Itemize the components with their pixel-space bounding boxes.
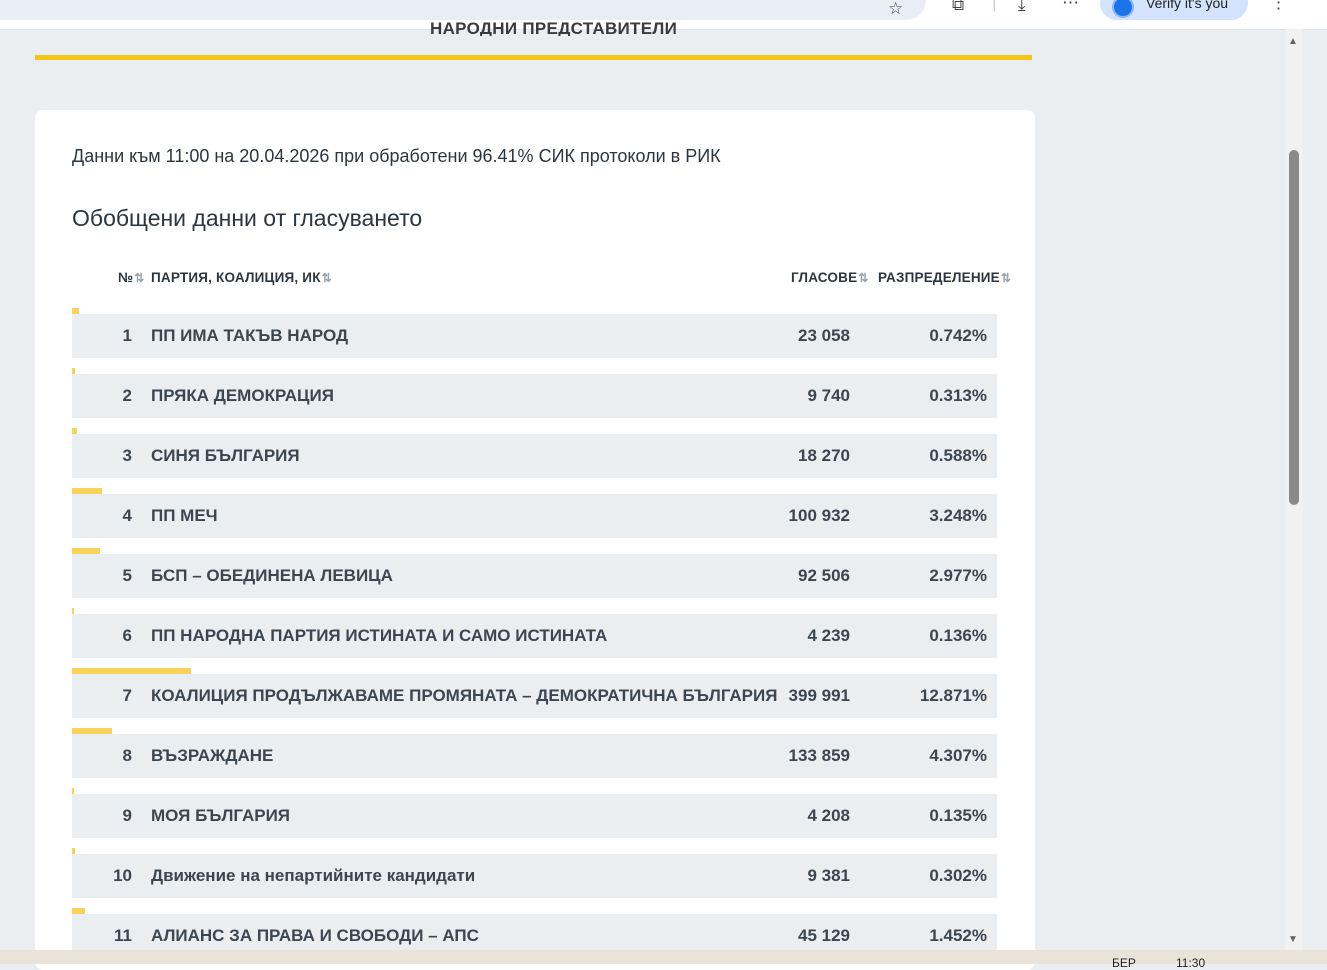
row-number: 11 bbox=[114, 926, 132, 945]
table-row[interactable]: 2 ПРЯКА ДЕМОКРАЦИЯ 9 740 0.313% bbox=[72, 374, 997, 418]
column-header-share[interactable]: РАЗПРЕДЕЛЕНИЕ⇅ bbox=[878, 270, 1011, 285]
summary-title: Обобщени данни от гласуването bbox=[72, 205, 423, 231]
scroll-down-icon[interactable]: ▼ bbox=[1288, 934, 1298, 945]
table-row[interactable]: 11 АЛИАНС ЗА ПРАВА И СВОБОДИ – АПС 45 12… bbox=[72, 914, 997, 950]
column-header-party[interactable]: ПАРТИЯ, КОАЛИЦИЯ, ИК⇅ bbox=[151, 270, 332, 285]
data-status-text: Данни към 11:00 на 20.04.2026 при обрабо… bbox=[72, 146, 721, 166]
column-header-num-label: № bbox=[118, 270, 134, 285]
results-card bbox=[35, 110, 1035, 970]
votes-count: 4 208 bbox=[807, 806, 850, 825]
table-row[interactable]: 5 БСП – ОБЕДИНЕНА ЛЕВИЦА 92 506 2.977% bbox=[72, 554, 997, 598]
column-header-votes[interactable]: ГЛАСОВЕ⇅ bbox=[791, 270, 869, 285]
votes-count: 45 129 bbox=[798, 926, 850, 945]
clock[interactable]: 11:30 bbox=[1176, 956, 1205, 970]
table-row[interactable]: 4 ПП МЕЧ 100 932 3.248% bbox=[72, 494, 997, 538]
table-row[interactable]: 6 ПП НАРОДНА ПАРТИЯ ИСТИНАТА И САМО ИСТИ… bbox=[72, 614, 997, 658]
download-icon[interactable]: ⤓ bbox=[1018, 0, 1026, 13]
scrollbar-thumb[interactable] bbox=[1289, 150, 1299, 505]
extensions-icon[interactable]: ⧉ bbox=[952, 0, 964, 13]
party-name: СИНЯ БЪЛГАРИЯ bbox=[151, 446, 300, 465]
toolbar-divider: | bbox=[992, 0, 997, 12]
vote-share: 0.135% bbox=[929, 806, 987, 825]
sort-icon[interactable]: ⇅ bbox=[322, 271, 332, 285]
vote-share: 2.977% bbox=[929, 566, 987, 585]
votes-count: 4 239 bbox=[807, 626, 850, 645]
menu-icon[interactable]: ⋮ bbox=[1270, 0, 1287, 11]
row-number: 6 bbox=[122, 626, 132, 645]
sort-icon[interactable]: ⇅ bbox=[1001, 271, 1011, 285]
party-name: ПП МЕЧ bbox=[151, 506, 218, 525]
vote-share: 0.313% bbox=[929, 386, 987, 405]
vote-share: 4.307% bbox=[929, 746, 987, 765]
row-number: 5 bbox=[122, 566, 132, 585]
party-name: БСП – ОБЕДИНЕНА ЛЕВИЦА bbox=[151, 566, 393, 585]
table-row[interactable]: 8 ВЪЗРАЖДАНЕ 133 859 4.307% bbox=[72, 734, 997, 778]
row-number: 3 bbox=[122, 446, 132, 465]
votes-count: 399 991 bbox=[788, 686, 850, 705]
avatar bbox=[1112, 0, 1134, 18]
star-icon[interactable]: ☆ bbox=[888, 0, 903, 17]
row-number: 10 bbox=[113, 866, 132, 885]
column-header-share-label: РАЗПРЕДЕЛЕНИЕ bbox=[878, 270, 1000, 285]
party-name: ПРЯКА ДЕМОКРАЦИЯ bbox=[151, 386, 334, 405]
vote-share: 0.588% bbox=[929, 446, 987, 465]
votes-count: 100 932 bbox=[788, 506, 850, 525]
votes-count: 133 859 bbox=[788, 746, 850, 765]
table-row[interactable]: 1 ПП ИМА ТАКЪВ НАРОД 23 058 0.742% bbox=[72, 314, 997, 358]
column-header-votes-label: ГЛАСОВЕ bbox=[791, 270, 858, 285]
party-name: МОЯ БЪЛГАРИЯ bbox=[151, 806, 291, 825]
row-number: 9 bbox=[122, 806, 132, 825]
scroll-up-icon[interactable]: ▲ bbox=[1288, 36, 1298, 47]
votes-count: 18 270 bbox=[798, 446, 850, 465]
party-name: ВЪЗРАЖДАНЕ bbox=[151, 746, 274, 765]
row-number: 7 bbox=[122, 686, 132, 705]
votes-count: 9 740 bbox=[807, 386, 850, 405]
votes-count: 9 381 bbox=[807, 866, 850, 885]
column-header-party-label: ПАРТИЯ, КОАЛИЦИЯ, ИК bbox=[151, 270, 321, 285]
sort-icon[interactable]: ⇅ bbox=[858, 271, 868, 285]
page-heading: НАРОДНИ ПРЕДСТАВИТЕЛИ bbox=[430, 20, 678, 36]
address-bar[interactable]: ☆ bbox=[0, 0, 926, 20]
vote-share: 3.248% bbox=[929, 506, 987, 525]
votes-count: 23 058 bbox=[798, 326, 850, 345]
column-header-num[interactable]: №⇅ bbox=[118, 270, 145, 285]
party-name: АЛИАНС ЗА ПРАВА И СВОБОДИ – АПС bbox=[151, 926, 479, 945]
party-name: ПП ИМА ТАКЪВ НАРОД bbox=[151, 326, 349, 345]
table-row[interactable]: 10 Движение на непартийните кандидати 9 … bbox=[72, 854, 997, 898]
votes-count: 92 506 bbox=[798, 566, 850, 585]
party-name: ПП НАРОДНА ПАРТИЯ ИСТИНАТА И САМО ИСТИНА… bbox=[151, 626, 608, 645]
row-number: 2 bbox=[122, 386, 132, 405]
heading-underline bbox=[35, 55, 1032, 60]
vote-share: 12.871% bbox=[919, 686, 987, 705]
table-row[interactable]: 3 СИНЯ БЪЛГАРИЯ 18 270 0.588% bbox=[72, 434, 997, 478]
party-name: Движение на непартийните кандидати bbox=[151, 866, 476, 885]
media-icon[interactable]: ⋯ bbox=[1062, 0, 1079, 11]
row-number: 8 bbox=[122, 746, 132, 765]
vote-share: 1.452% bbox=[929, 926, 987, 945]
row-number: 1 bbox=[122, 326, 132, 345]
verify-label: Verify it's you bbox=[1146, 0, 1229, 11]
keyboard-language[interactable]: БЕР bbox=[1112, 956, 1136, 970]
vote-share: 0.136% bbox=[929, 626, 987, 645]
row-number: 4 bbox=[122, 506, 132, 525]
sort-icon[interactable]: ⇅ bbox=[134, 271, 144, 285]
vote-share: 0.742% bbox=[929, 326, 987, 345]
table-row[interactable]: 9 МОЯ БЪЛГАРИЯ 4 208 0.135% bbox=[72, 794, 997, 838]
table-row[interactable]: 7 КОАЛИЦИЯ ПРОДЪЛЖАВАМЕ ПРОМЯНАТА – ДЕМО… bbox=[72, 674, 997, 718]
vote-share: 0.302% bbox=[929, 866, 987, 885]
verify-profile-button[interactable]: Verify it's you bbox=[1100, 0, 1248, 20]
party-name: КОАЛИЦИЯ ПРОДЪЛЖАВАМЕ ПРОМЯНАТА – ДЕМОКР… bbox=[151, 686, 778, 705]
